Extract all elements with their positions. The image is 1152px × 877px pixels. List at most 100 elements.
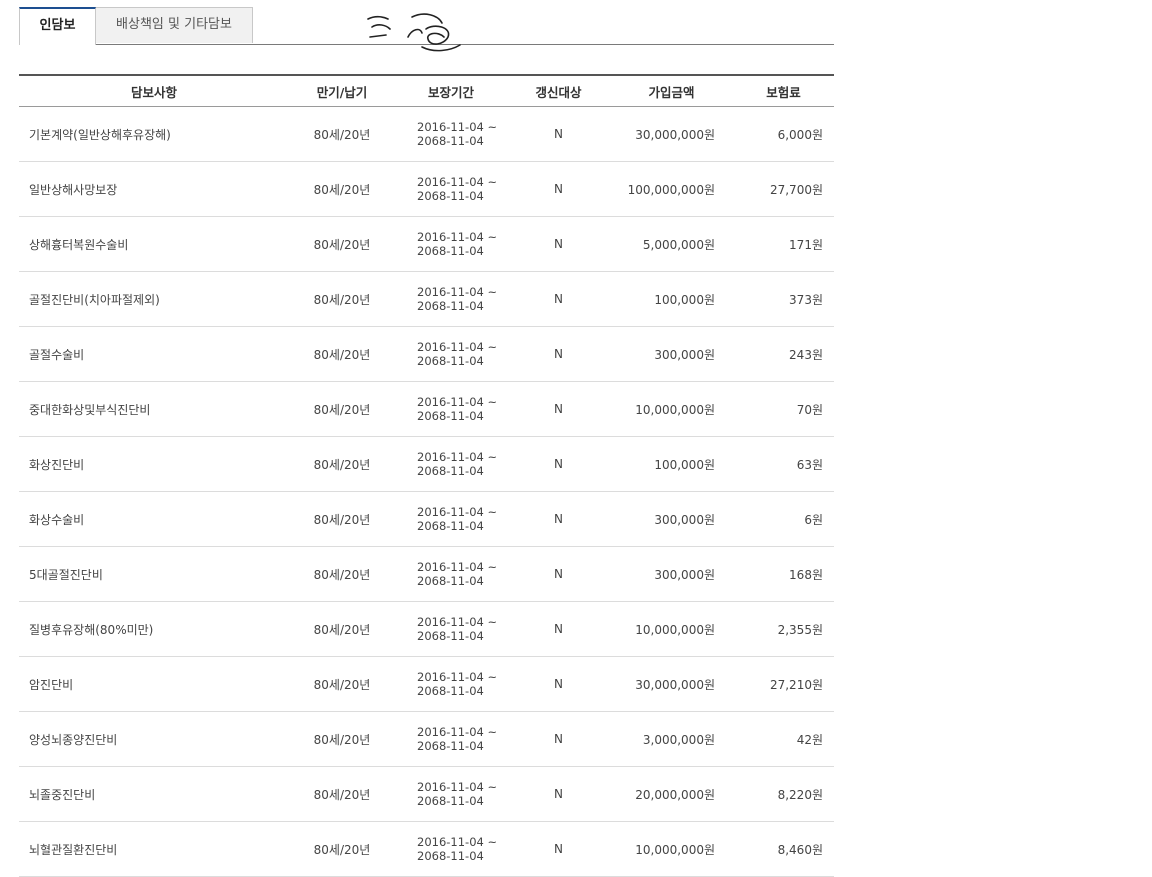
- period-end: 2068-11-04: [417, 629, 484, 643]
- coverage-premium: 8,220원: [733, 766, 834, 822]
- coverage-premium: 168원: [733, 546, 834, 602]
- period-end: 2068-11-04: [417, 134, 484, 148]
- table-row: 뇌졸중진단비 80세/20년 2016-11-04 ~2068-11-04 N 20,0…: [19, 766, 834, 822]
- coverage-term: 80세/20년: [289, 106, 395, 162]
- table-row: 화상수술비 80세/20년 2016-11-04 ~2068-11-04 N 300,0…: [19, 491, 834, 547]
- handwritten-signature-icon: [367, 13, 461, 52]
- table-header-row: 담보사항 만기/납기 보장기간 갱신대상 가입금액 보험료: [19, 74, 834, 107]
- period-start: 2016-11-04 ~: [417, 340, 498, 354]
- coverage-renewal: N: [507, 436, 610, 492]
- coverage-term: 80세/20년: [289, 546, 395, 602]
- tab-personal-coverage[interactable]: 인담보: [19, 7, 96, 45]
- coverage-amount: 10,000,000원: [610, 821, 733, 877]
- coverage-period: 2016-11-04 ~2068-11-04: [395, 491, 507, 547]
- coverage-amount: 100,000원: [610, 271, 733, 327]
- coverage-name: 양성뇌종양진단비: [19, 711, 289, 767]
- coverage-premium: 8,460원: [733, 821, 834, 877]
- coverage-name: 상해흉터복원수술비: [19, 216, 289, 272]
- coverage-renewal: N: [507, 161, 610, 217]
- coverage-term: 80세/20년: [289, 436, 395, 492]
- coverage-renewal: N: [507, 546, 610, 602]
- coverage-amount: 30,000,000원: [610, 106, 733, 162]
- coverage-period: 2016-11-04 ~2068-11-04: [395, 546, 507, 602]
- coverage-premium: 42원: [733, 711, 834, 767]
- period-start: 2016-11-04 ~: [417, 120, 498, 134]
- period-start: 2016-11-04 ~: [417, 780, 498, 794]
- coverage-term: 80세/20년: [289, 161, 395, 217]
- period-start: 2016-11-04 ~: [417, 615, 498, 629]
- coverage-name: 암진단비: [19, 656, 289, 712]
- coverage-amount: 10,000,000원: [610, 601, 733, 657]
- coverage-renewal: N: [507, 766, 610, 822]
- coverage-premium: 373원: [733, 271, 834, 327]
- table-row: 5대골절진단비 80세/20년 2016-11-04 ~2068-11-04 N 300…: [19, 546, 834, 602]
- coverage-term: 80세/20년: [289, 216, 395, 272]
- coverage-renewal: N: [507, 216, 610, 272]
- coverage-term: 80세/20년: [289, 271, 395, 327]
- coverage-period: 2016-11-04 ~2068-11-04: [395, 601, 507, 657]
- table-row: 골절수술비 80세/20년 2016-11-04 ~2068-11-04 N 300,0…: [19, 326, 834, 382]
- coverage-name: 뇌혈관질환진단비: [19, 821, 289, 877]
- period-end: 2068-11-04: [417, 244, 484, 258]
- coverage-panel: 인담보 배상책임 및 기타담보 담보사항 만기/납기 보장기간 갱신대상 가입금…: [19, 7, 834, 877]
- coverage-renewal: N: [507, 711, 610, 767]
- header-term: 만기/납기: [289, 74, 395, 107]
- coverage-term: 80세/20년: [289, 326, 395, 382]
- table-row: 중대한화상및부식진단비 80세/20년 2016-11-04 ~2068-11-04…: [19, 381, 834, 437]
- coverage-premium: 70원: [733, 381, 834, 437]
- coverage-term: 80세/20년: [289, 821, 395, 877]
- coverage-name: 골절진단비(치아파절제외): [19, 271, 289, 327]
- coverage-renewal: N: [507, 106, 610, 162]
- coverage-term: 80세/20년: [289, 381, 395, 437]
- coverage-renewal: N: [507, 491, 610, 547]
- coverage-name: 5대골절진단비: [19, 546, 289, 602]
- coverage-amount: 300,000원: [610, 326, 733, 382]
- coverage-premium: 171원: [733, 216, 834, 272]
- period-start: 2016-11-04 ~: [417, 670, 498, 684]
- coverage-amount: 100,000,000원: [610, 161, 733, 217]
- coverage-period: 2016-11-04 ~2068-11-04: [395, 216, 507, 272]
- table-row: 암진단비 80세/20년 2016-11-04 ~2068-11-04 N 30,000…: [19, 656, 834, 712]
- coverage-premium: 6,000원: [733, 106, 834, 162]
- coverage-renewal: N: [507, 271, 610, 327]
- table-row: 뇌혈관질환진단비 80세/20년 2016-11-04 ~2068-11-04 N 10…: [19, 821, 834, 877]
- coverage-premium: 243원: [733, 326, 834, 382]
- coverage-period: 2016-11-04 ~2068-11-04: [395, 326, 507, 382]
- period-start: 2016-11-04 ~: [417, 230, 498, 244]
- table-row: 일반상해사망보장 80세/20년 2016-11-04 ~2068-11-04 N 10…: [19, 161, 834, 217]
- coverage-amount: 20,000,000원: [610, 766, 733, 822]
- period-start: 2016-11-04 ~: [417, 725, 498, 739]
- coverage-period: 2016-11-04 ~2068-11-04: [395, 161, 507, 217]
- coverage-amount: 300,000원: [610, 546, 733, 602]
- period-end: 2068-11-04: [417, 849, 484, 863]
- table-row: 골절진단비(치아파절제외) 80세/20년 2016-11-04 ~2068-11-…: [19, 271, 834, 327]
- coverage-renewal: N: [507, 381, 610, 437]
- coverage-name: 중대한화상및부식진단비: [19, 381, 289, 437]
- period-start: 2016-11-04 ~: [417, 450, 498, 464]
- coverage-name: 화상수술비: [19, 491, 289, 547]
- table-row: 기본계약(일반상해후유장해) 80세/20년 2016-11-04 ~2068-11…: [19, 106, 834, 162]
- period-end: 2068-11-04: [417, 189, 484, 203]
- table-row: 질병후유장해(80%미만) 80세/20년 2016-11-04 ~2068-11-…: [19, 601, 834, 657]
- coverage-term: 80세/20년: [289, 491, 395, 547]
- header-renewal: 갱신대상: [507, 74, 610, 107]
- period-end: 2068-11-04: [417, 409, 484, 423]
- period-start: 2016-11-04 ~: [417, 175, 498, 189]
- period-start: 2016-11-04 ~: [417, 395, 498, 409]
- period-end: 2068-11-04: [417, 299, 484, 313]
- coverage-premium: 6원: [733, 491, 834, 547]
- header-premium: 보험료: [733, 74, 834, 107]
- coverage-premium: 63원: [733, 436, 834, 492]
- period-end: 2068-11-04: [417, 794, 484, 808]
- coverage-premium: 27,700원: [733, 161, 834, 217]
- coverage-name: 뇌졸중진단비: [19, 766, 289, 822]
- tab-liability-other-coverage[interactable]: 배상책임 및 기타담보: [96, 7, 253, 43]
- period-start: 2016-11-04 ~: [417, 835, 498, 849]
- coverage-table: 담보사항 만기/납기 보장기간 갱신대상 가입금액 보험료 기본계약(일반상해후…: [19, 74, 834, 877]
- coverage-premium: 2,355원: [733, 601, 834, 657]
- coverage-name: 기본계약(일반상해후유장해): [19, 106, 289, 162]
- coverage-period: 2016-11-04 ~2068-11-04: [395, 821, 507, 877]
- coverage-period: 2016-11-04 ~2068-11-04: [395, 656, 507, 712]
- period-end: 2068-11-04: [417, 739, 484, 753]
- coverage-period: 2016-11-04 ~2068-11-04: [395, 271, 507, 327]
